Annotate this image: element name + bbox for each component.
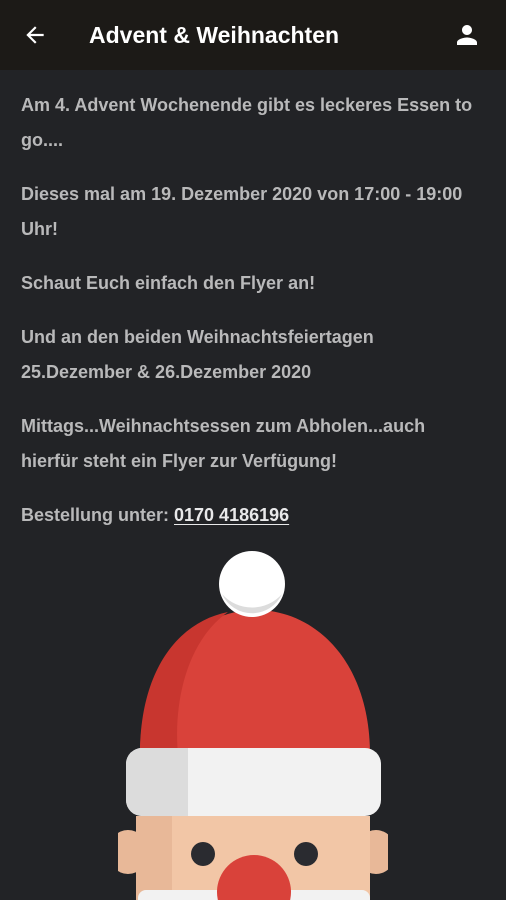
page-title: Advent & Weihnachten — [89, 22, 340, 48]
paragraph-lunch: Mittags...Weihnachtsessen zum Abholen...… — [21, 416, 426, 471]
paragraph-date: Dieses mal am 19. Dezember 2020 von 17:0… — [21, 184, 463, 239]
santa-image — [118, 551, 388, 900]
article-body: Am 4. Advent Wochenende gibt es leckeres… — [21, 88, 487, 552]
app-bar: Advent & Weihnachten — [0, 0, 506, 70]
paragraph-flyer: Schaut Euch einfach den Flyer an! — [21, 273, 316, 293]
paragraph-holidays: Und an den beiden Weihnachtsfeiertagen 2… — [21, 327, 374, 382]
order-label: Bestellung unter: — [21, 505, 175, 525]
paragraph-advent: Am 4. Advent Wochenende gibt es leckeres… — [21, 95, 473, 150]
order-line: Bestellung unter: 0170 4186196 — [21, 498, 487, 533]
profile-button[interactable] — [446, 14, 488, 56]
person-icon — [457, 25, 477, 45]
arrow-left-icon — [26, 26, 44, 44]
phone-link[interactable]: 0170 4186196 — [174, 505, 289, 525]
santa-illustration — [118, 550, 388, 900]
back-button[interactable] — [14, 14, 56, 56]
